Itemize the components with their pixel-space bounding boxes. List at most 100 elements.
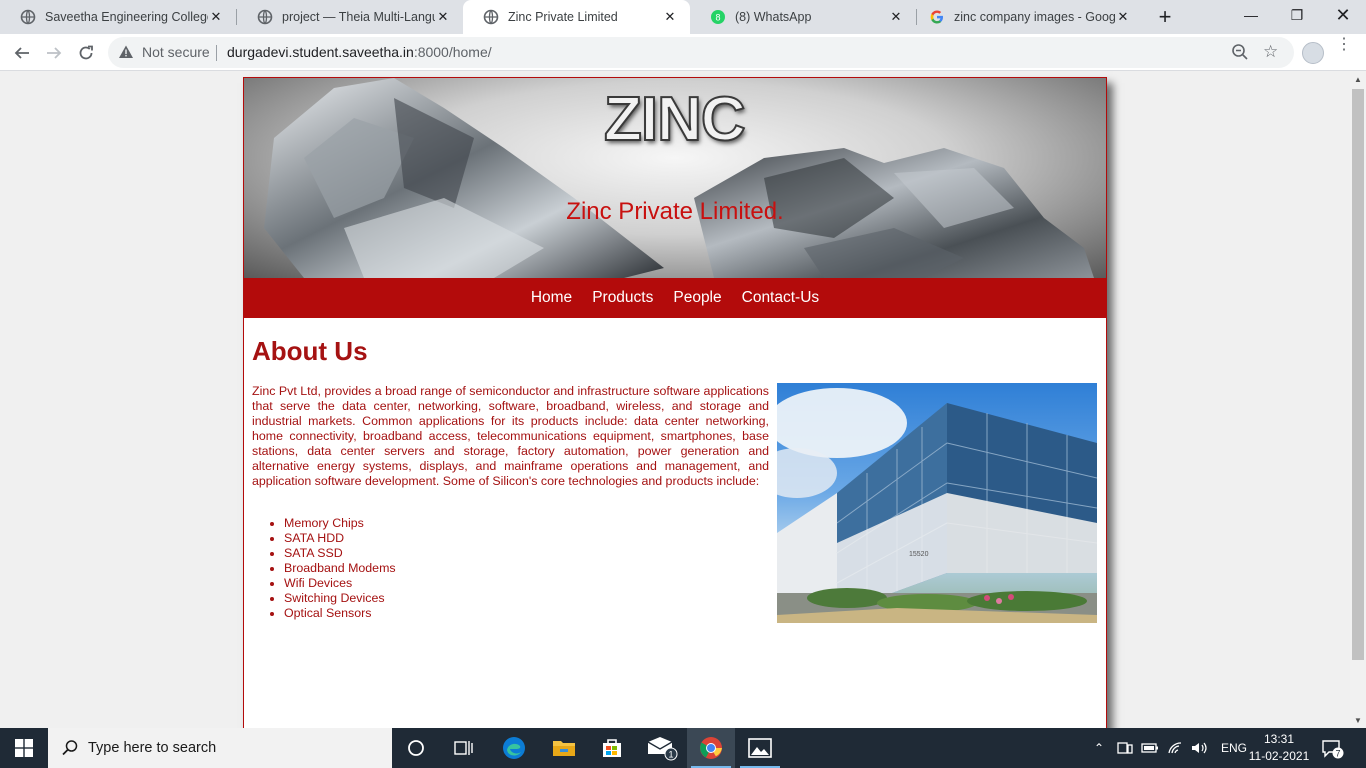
tab-theia[interactable]: project — Theia Multi-Language ✕ [237,0,463,34]
tab-strip: Saveetha Engineering College ✕ project —… [0,0,1366,34]
menu-kebab-icon[interactable]: ⋮ [1336,37,1352,53]
windows-taskbar: Type here to search 1 ⌃ ENG 13:31 11-02-… [0,728,1366,768]
tab-close-icon[interactable]: ✕ [208,9,224,25]
tab-title: Zinc Private Limited [508,10,618,24]
tab-close-icon[interactable]: ✕ [888,9,904,25]
office-building-image: 15520 [777,383,1097,623]
scrollbar-thumb[interactable] [1352,89,1364,660]
security-label[interactable]: Not secure [142,44,210,60]
page-container: ZINC Zinc Private Limited. Home Products… [243,77,1107,728]
reload-icon [79,45,93,60]
search-placeholder: Type here to search [88,740,217,756]
restore-button[interactable]: ❐ [1274,0,1320,30]
list-item: Broadband Modems [284,561,396,576]
minimize-button[interactable]: ― [1228,0,1274,30]
edge-taskbar-button[interactable] [490,728,538,768]
scroll-up-icon[interactable]: ▲ [1354,75,1362,84]
whatsapp-icon: 8 [711,10,725,24]
task-view-icon [454,741,473,755]
zoom-out-icon[interactable] [1231,43,1249,61]
globe-icon [483,9,499,25]
globe-icon [257,9,273,25]
file-explorer-button[interactable] [540,728,588,768]
wifi-icon[interactable] [1167,741,1183,755]
mail-icon: 1 [647,737,678,761]
nav-home-link[interactable]: Home [531,289,572,307]
reload-button[interactable] [72,39,100,67]
notification-icon: 7 [1322,740,1344,759]
main-nav: Home Products People Contact-Us [244,278,1106,318]
url-text[interactable]: durgadevi.student.saveetha.in:8000/home/ [227,44,492,60]
scroll-down-icon[interactable]: ▼ [1354,716,1362,725]
task-view-button[interactable] [440,728,488,768]
globe-icon [20,9,36,25]
mail-button[interactable]: 1 [638,728,686,768]
clock-date: 11-02-2021 [1248,749,1310,763]
tab-title: zinc company images - Google [954,10,1115,24]
battery-icon[interactable] [1141,742,1159,754]
url-host: durgadevi.student.saveetha.in [227,44,414,60]
tab-title: (8) WhatsApp [735,10,812,24]
address-bar[interactable]: Not secure durgadevi.student.saveetha.in… [108,37,1294,68]
svg-text:7: 7 [1335,749,1340,759]
svg-text:15520: 15520 [909,551,929,558]
browser-toolbar: Not secure durgadevi.student.saveetha.in… [0,34,1366,71]
store-icon [603,739,621,757]
arrow-left-icon [14,47,29,59]
device-icon[interactable] [1117,741,1133,755]
avatar[interactable] [1302,42,1324,64]
page-title: About Us [252,336,368,366]
banner-subtitle: Zinc Private Limited. [566,198,784,225]
header-banner: ZINC Zinc Private Limited. [244,78,1106,278]
tab-zinc[interactable]: Zinc Private Limited ✕ [463,0,690,34]
nav-contact-link[interactable]: Contact-Us [742,289,820,307]
warning-icon[interactable] [118,44,134,60]
list-item: Memory Chips [284,516,396,531]
nav-products-link[interactable]: Products [592,289,653,307]
list-item: SATA SSD [284,546,396,561]
chevron-up-icon[interactable]: ⌃ [1091,741,1107,755]
back-button[interactable] [8,39,36,67]
photos-icon [748,738,772,758]
url-path: :8000/home/ [413,44,492,60]
taskbar-clock[interactable]: 13:31 11-02-2021 [1244,731,1314,765]
arrow-right-icon [47,47,62,59]
nav-people-link[interactable]: People [673,289,721,307]
chrome-taskbar-button[interactable] [687,728,735,768]
svg-text:1: 1 [668,750,673,760]
product-list: Memory Chips SATA HDD SATA SSD Broadband… [284,516,396,621]
windows-logo-icon [15,739,33,757]
list-item: Wifi Devices [284,576,396,591]
omnibox-separator [216,45,217,61]
tab-close-icon[interactable]: ✕ [435,9,451,25]
page-viewport: ZINC Zinc Private Limited. Home Products… [0,71,1350,728]
tab-whatsapp[interactable]: 8 (8) WhatsApp ✕ [690,0,916,34]
svg-text:8: 8 [715,13,720,23]
action-center-button[interactable]: 7 [1322,739,1344,764]
edge-icon [503,737,525,759]
clock-time: 13:31 [1263,732,1295,746]
taskbar-search[interactable]: Type here to search [48,728,392,768]
photos-taskbar-button[interactable] [736,728,784,768]
tab-google[interactable]: zinc company images - Google ✕ [917,0,1143,34]
volume-icon[interactable] [1191,741,1209,755]
cortana-button[interactable] [392,728,440,768]
tab-title: Saveetha Engineering College [45,10,208,24]
bookmark-star-icon[interactable]: ☆ [1263,42,1278,62]
list-item: Optical Sensors [284,606,396,621]
tab-saveetha[interactable]: Saveetha Engineering College ✕ [0,0,236,34]
google-icon [930,10,943,24]
vertical-scrollbar[interactable]: ▲ ▼ [1350,71,1366,728]
close-window-button[interactable]: ✕ [1320,0,1366,30]
forward-button[interactable] [40,39,68,67]
cortana-icon [408,740,424,756]
tab-close-icon[interactable]: ✕ [1115,9,1131,25]
start-button[interactable] [0,728,48,768]
tab-close-icon[interactable]: ✕ [662,9,678,25]
store-button[interactable] [588,728,636,768]
chrome-icon [700,737,722,759]
search-icon [62,740,78,756]
list-item: SATA HDD [284,531,396,546]
new-tab-button[interactable]: + [1153,4,1177,29]
tab-title: project — Theia Multi-Language [282,10,435,24]
